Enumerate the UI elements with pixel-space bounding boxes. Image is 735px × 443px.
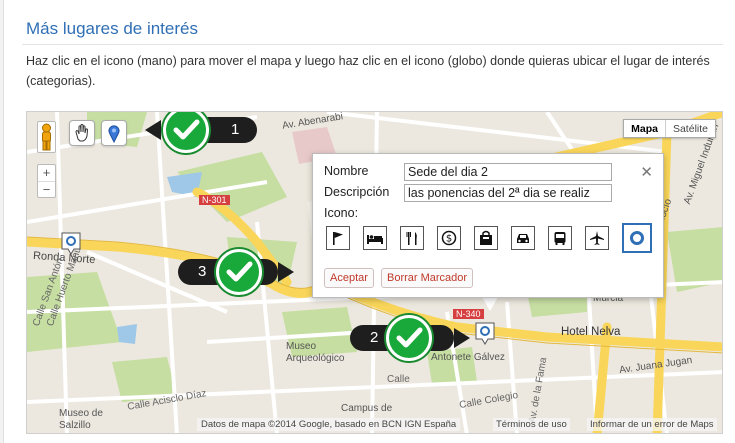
category-airport[interactable] xyxy=(585,226,609,250)
checkmark-icon xyxy=(216,249,262,295)
category-restaurant[interactable] xyxy=(400,226,424,250)
shopping-icon xyxy=(480,230,492,245)
map-pin-icon xyxy=(108,125,120,144)
pan-hand-button[interactable] xyxy=(69,120,95,146)
title-divider xyxy=(22,44,723,45)
checkmark-icon xyxy=(386,315,432,361)
description-label: Descripción xyxy=(324,185,390,199)
terms-link[interactable]: Términos de uso xyxy=(493,418,570,431)
checkmark-icon xyxy=(163,112,209,153)
category-generic-selected[interactable] xyxy=(622,223,652,253)
instructions-text: Haz clic en el icono (mano) para mover e… xyxy=(26,54,710,88)
page-title: Más lugares de interés xyxy=(26,19,198,38)
road-shield-n340: N-340 xyxy=(453,309,484,319)
car-icon xyxy=(517,234,529,243)
callout-arrow xyxy=(454,328,470,348)
callout-arrow xyxy=(145,120,161,140)
left-border xyxy=(0,0,4,443)
zoom-in-button[interactable]: + xyxy=(38,165,55,181)
generic-marker-icon xyxy=(61,232,81,255)
category-shopping[interactable] xyxy=(474,226,498,250)
svg-text:$: $ xyxy=(446,234,452,245)
hand-icon xyxy=(75,124,89,142)
bed-icon xyxy=(367,235,383,244)
label-campus: Campus de xyxy=(341,403,393,414)
callout-arrow xyxy=(278,262,294,282)
map-type-switcher: Mapa Satélite xyxy=(623,119,716,138)
category-icon-row: $ xyxy=(326,223,665,253)
name-label: Nombre xyxy=(324,164,369,178)
restaurant-icon xyxy=(406,232,417,245)
category-money[interactable]: $ xyxy=(437,226,461,250)
money-icon: $ xyxy=(441,230,457,246)
pegman-icon xyxy=(42,123,51,151)
generic-marker-icon xyxy=(475,322,495,345)
accept-button[interactable]: Aceptar xyxy=(324,268,374,288)
delete-marker-button[interactable]: Borrar Marcador xyxy=(381,268,474,288)
close-icon[interactable]: ✕ xyxy=(640,163,653,181)
street-view-pegman[interactable] xyxy=(37,121,56,153)
label-museo-arqueologico: Museo Arqueológico xyxy=(286,341,345,364)
callout-step-3: 3 xyxy=(178,249,308,295)
category-car[interactable] xyxy=(511,226,535,250)
label-hotel-nelva: Hotel Nelva xyxy=(561,326,621,338)
place-editor-popup: ✕ Nombre Descripción Icono: $ xyxy=(312,153,664,298)
place-marker-west[interactable] xyxy=(61,232,81,255)
flag-icon xyxy=(333,232,343,245)
road-shield-n301: N-301 xyxy=(199,195,230,205)
label-museo-salzillo: Museo de Salzillo xyxy=(59,408,103,431)
bus-icon xyxy=(554,232,566,245)
name-field[interactable] xyxy=(404,163,612,181)
report-error-link[interactable]: Informar de un error de Maps xyxy=(587,418,717,431)
category-bus[interactable] xyxy=(548,226,572,250)
map-attribution: Datos de mapa ©2014 Google, basado en BC… xyxy=(197,418,461,431)
zoom-out-button[interactable]: − xyxy=(38,181,55,197)
callout-step-2: 2 xyxy=(350,315,474,361)
map-type-map[interactable]: Mapa xyxy=(624,120,666,137)
map-type-satellite[interactable]: Satélite xyxy=(666,120,715,137)
category-flag[interactable] xyxy=(326,226,350,250)
zoom-control: + − xyxy=(37,164,56,198)
map-canvas[interactable]: N-301 N-340 Ronda Norte Av. Abenarabi Av… xyxy=(26,111,723,434)
callout-step-1: 1 xyxy=(145,112,257,153)
label-calle: Calle xyxy=(387,374,410,385)
icon-label: Icono: xyxy=(324,206,359,220)
place-marker-sede[interactable] xyxy=(475,322,495,345)
popup-tail xyxy=(482,297,498,311)
category-hotel[interactable] xyxy=(363,226,387,250)
place-marker-button[interactable] xyxy=(101,120,127,146)
label-antonete-galvez: Antonete Gálvez xyxy=(431,352,505,363)
description-field[interactable] xyxy=(404,184,612,202)
generic-marker-icon xyxy=(630,231,644,245)
airplane-icon xyxy=(590,231,604,245)
